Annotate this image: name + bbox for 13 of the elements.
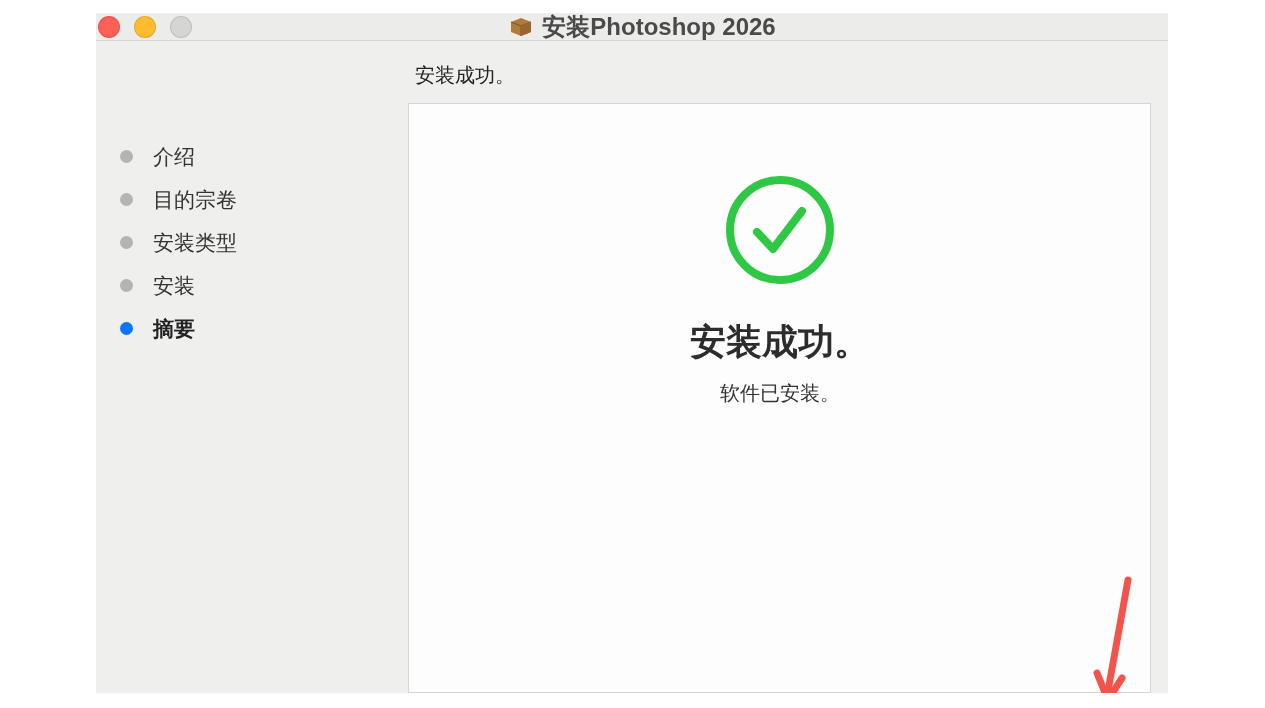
step-label: 安装类型 <box>153 229 237 256</box>
step-label: 安装 <box>153 272 195 299</box>
step-label: 介绍 <box>153 143 195 170</box>
package-icon <box>510 16 533 37</box>
minimize-button[interactable] <box>134 16 156 38</box>
check-circle-icon <box>724 175 835 285</box>
page-heading: 安装成功。 <box>414 63 516 88</box>
step-label: 目的宗卷 <box>153 186 237 213</box>
window-title: 安装Photoshop 2026 <box>542 13 776 41</box>
step-label: 摘要 <box>153 315 195 342</box>
close-button[interactable] <box>98 16 120 38</box>
success-message: 软件已安装。 <box>719 381 840 406</box>
success-heading: 安装成功。 <box>689 320 870 364</box>
